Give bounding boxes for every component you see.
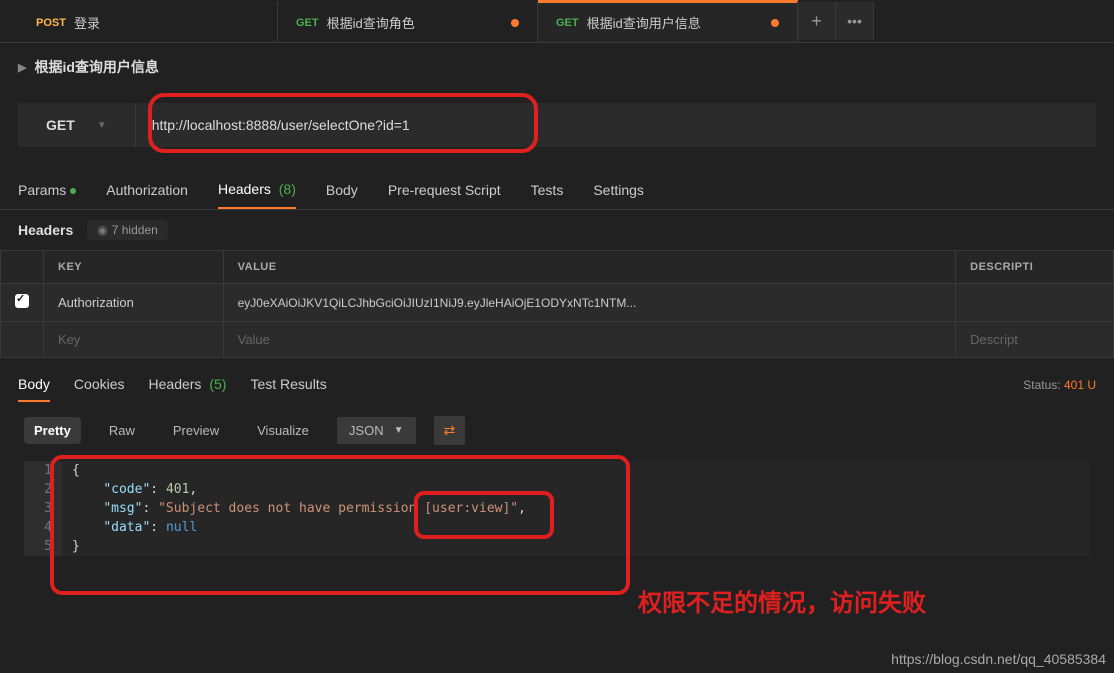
view-raw[interactable]: Raw (99, 417, 145, 444)
ph-key[interactable]: Key (44, 322, 224, 358)
tab-settings[interactable]: Settings (593, 172, 644, 208)
line-number: 3 (24, 499, 62, 518)
code-content[interactable]: { (62, 461, 90, 480)
status-badge: Status: 401 U (1023, 378, 1096, 392)
checkbox-icon[interactable] (15, 294, 29, 308)
breadcrumb-title: 根据id查询用户信息 (34, 57, 158, 77)
method-label: GET (46, 117, 75, 133)
tab-body[interactable]: Body (326, 172, 358, 208)
headers-table: KEY VALUE DESCRIPTI Authorization eyJ0eX… (0, 250, 1114, 358)
view-preview[interactable]: Preview (163, 417, 229, 444)
code-content[interactable]: } (62, 537, 90, 556)
tab-params[interactable]: Params (18, 172, 76, 208)
add-tab-button[interactable]: + (798, 2, 836, 40)
tab-request[interactable]: GET 根据id查询用户信息 (538, 0, 798, 42)
table-row[interactable]: Authorization eyJ0eXAiOiJKV1QiLCJhbGciOi… (1, 284, 1114, 322)
view-pretty[interactable]: Pretty (24, 417, 81, 444)
cell-value[interactable]: eyJ0eXAiOiJKV1QiLCJhbGciOiJIUzI1NiJ9.eyJ… (223, 284, 956, 322)
line-number: 2 (24, 480, 62, 499)
code-content[interactable]: "msg": "Subject does not have permission… (62, 499, 536, 518)
method-badge: GET (296, 17, 319, 29)
chevron-right-icon: ▶ (18, 61, 26, 74)
tab-request[interactable]: GET 根据id查询角色 (278, 0, 538, 42)
json-viewer: 1{2 "code": 401,3 "msg": "Subject does n… (24, 461, 1090, 556)
tab-label: 登录 (74, 13, 100, 32)
tab-label: 根据id查询用户信息 (587, 13, 701, 32)
cell-desc[interactable] (956, 284, 1114, 322)
breadcrumb: ▶ 根据id查询用户信息 (0, 43, 1114, 91)
hidden-toggle[interactable]: ◉7 hidden (87, 220, 168, 240)
code-content[interactable]: "data": null (62, 518, 207, 537)
line-number: 4 (24, 518, 62, 537)
method-badge: POST (36, 17, 66, 29)
line-number: 1 (24, 461, 62, 480)
tabs-bar: POST 登录 GET 根据id查询角色 GET 根据id查询用户信息 +••• (0, 0, 1114, 43)
ph-value[interactable]: Value (223, 322, 956, 358)
tab-label: 根据id查询角色 (327, 13, 415, 32)
line-number: 5 (24, 537, 62, 556)
col-key: KEY (44, 251, 224, 284)
resp-tab-headers[interactable]: Headers (5) (149, 368, 227, 402)
url-input[interactable] (136, 103, 1096, 147)
col-value: VALUE (223, 251, 956, 284)
tab-prerequest[interactable]: Pre-request Script (388, 172, 501, 208)
tab-request[interactable]: POST 登录 (18, 0, 278, 42)
table-row-empty[interactable]: Key Value Descript (1, 322, 1114, 358)
chevron-down-icon: ▼ (97, 120, 107, 131)
request-bar: GET ▼ (18, 103, 1096, 147)
modified-dot-icon (771, 19, 779, 27)
tab-authorization[interactable]: Authorization (106, 172, 188, 208)
json-line: 4 "data": null (24, 518, 1090, 537)
chevron-down-icon: ▼ (394, 425, 404, 436)
tab-tests[interactable]: Tests (531, 172, 564, 208)
json-line: 1{ (24, 461, 1090, 480)
response-bar: Body Cookies Headers (5) Test Results St… (0, 358, 1114, 402)
watermark: https://blog.csdn.net/qq_40585384 (891, 651, 1106, 667)
resp-tab-body[interactable]: Body (18, 368, 50, 402)
annotation-text: 权限不足的情况，访问失败 (638, 583, 926, 618)
modified-dot-icon (511, 19, 519, 27)
resp-tab-tests[interactable]: Test Results (250, 368, 326, 402)
resp-tab-cookies[interactable]: Cookies (74, 368, 125, 402)
code-content[interactable]: "code": 401, (62, 480, 207, 499)
response-tabs: Body Cookies Headers (5) Test Results (18, 368, 327, 402)
view-visualize[interactable]: Visualize (247, 417, 319, 444)
json-line: 5} (24, 537, 1090, 556)
more-tabs-button[interactable]: ••• (836, 2, 874, 40)
format-dropdown[interactable]: JSON▼ (337, 417, 416, 444)
cell-key[interactable]: Authorization (44, 284, 224, 322)
headers-label: Headers (18, 222, 73, 238)
headers-sub-bar: Headers ◉7 hidden (0, 210, 1114, 250)
eye-icon: ◉ (97, 223, 107, 237)
tab-headers[interactable]: Headers (8) (218, 171, 296, 209)
ph-desc[interactable]: Descript (956, 322, 1114, 358)
json-line: 3 "msg": "Subject does not have permissi… (24, 499, 1090, 518)
json-line: 2 "code": 401, (24, 480, 1090, 499)
response-toolbar: Pretty Raw Preview Visualize JSON▼ ⇄ (0, 402, 1114, 453)
method-badge: GET (556, 17, 579, 29)
request-tabs: Params Authorization Headers (8) Body Pr… (0, 171, 1114, 210)
wrap-icon[interactable]: ⇄ (434, 416, 466, 445)
method-dropdown[interactable]: GET ▼ (18, 103, 136, 147)
col-desc: DESCRIPTI (956, 251, 1114, 284)
table-header-row: KEY VALUE DESCRIPTI (1, 251, 1114, 284)
dot-icon (70, 188, 76, 194)
